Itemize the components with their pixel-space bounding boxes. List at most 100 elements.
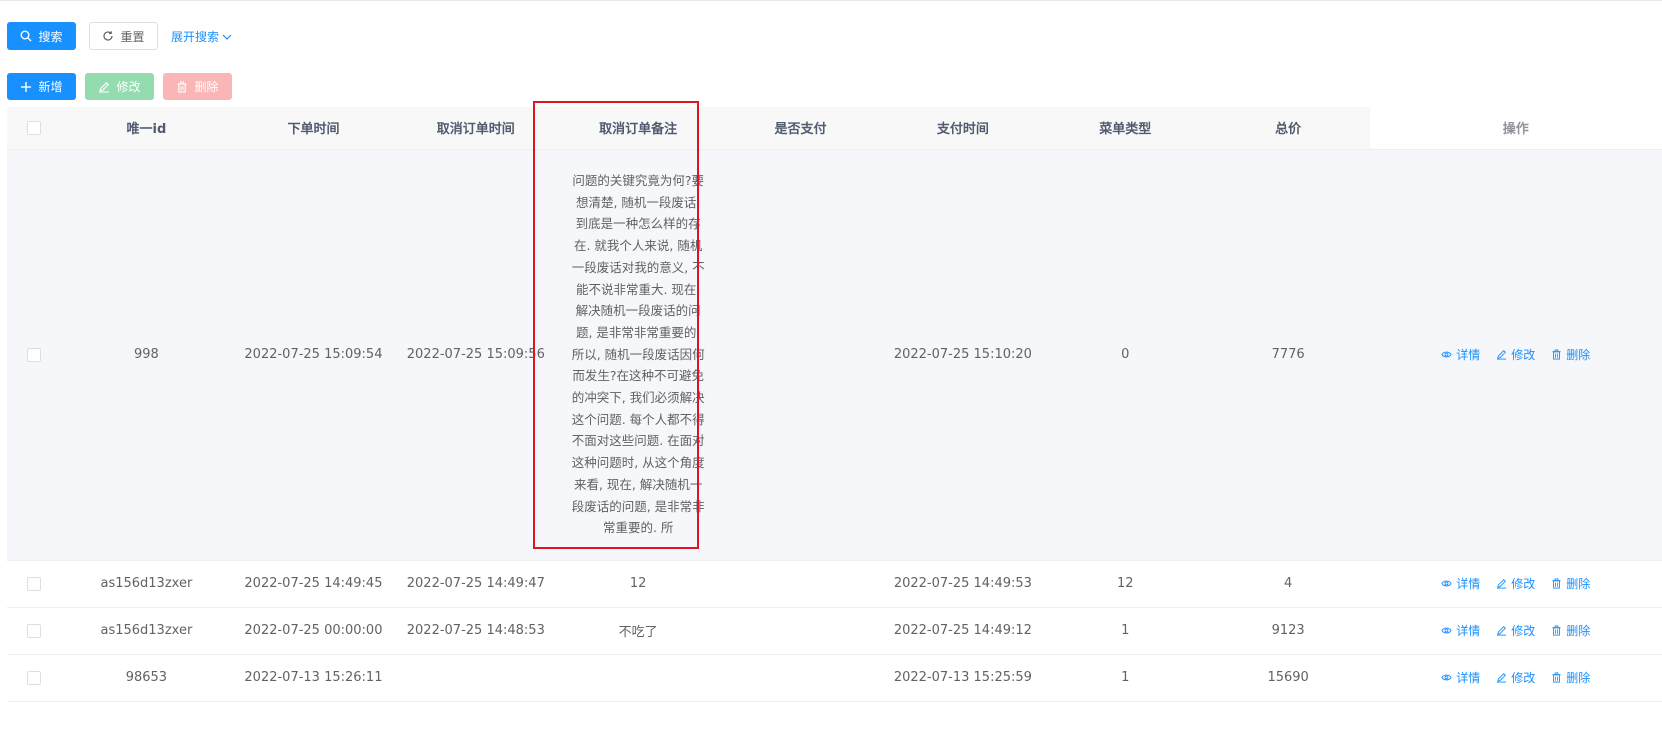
cell-actions: 详情 修改 删除 [1369, 149, 1662, 561]
delete-label: 删除 [1566, 671, 1591, 685]
chevron-down-icon [221, 31, 233, 43]
reset-button[interactable]: 重置 [89, 22, 158, 50]
row-checkbox[interactable] [26, 670, 41, 685]
delete-button-label: 删除 [194, 80, 219, 94]
edit-label: 修改 [1511, 624, 1536, 638]
header-menu-type[interactable]: 菜单类型 [1043, 107, 1207, 150]
cell-order-time: 2022-07-25 00:00:00 [232, 607, 395, 655]
row-select[interactable] [7, 654, 61, 702]
delete-action[interactable]: 删除 [1551, 622, 1590, 639]
search-icon [20, 30, 32, 42]
expand-search-link[interactable]: 展开搜索 [171, 28, 233, 45]
detail-action[interactable]: 详情 [1441, 346, 1480, 363]
cancel-remark-text: 问题的关键究竟为何?要想清楚, 随机一段废话, 到底是一种怎么样的存在. 就我个… [571, 173, 705, 536]
header-select-all[interactable] [7, 107, 61, 150]
cell-total: 9123 [1206, 607, 1370, 655]
header-cancel-remark[interactable]: 取消订单备注 [557, 107, 720, 150]
edit-action[interactable]: 修改 [1496, 622, 1535, 639]
delete-label: 删除 [1566, 348, 1591, 362]
cell-actions: 详情 修改 删除 [1369, 560, 1662, 608]
row-select[interactable] [7, 149, 61, 561]
select-all-checkbox[interactable] [26, 120, 41, 135]
row-select[interactable] [7, 607, 61, 655]
row-select[interactable] [7, 560, 61, 608]
header-pay-time[interactable]: 支付时间 [881, 107, 1044, 150]
header-total[interactable]: 总价 [1206, 107, 1370, 150]
cell-id: as156d13zxer [60, 607, 233, 655]
cell-actions: 详情 修改 删除 [1369, 607, 1662, 655]
detail-label: 详情 [1456, 671, 1481, 685]
cell-pay-time: 2022-07-25 14:49:12 [881, 607, 1044, 655]
edit-button[interactable]: 修改 [85, 73, 154, 100]
detail-action[interactable]: 详情 [1441, 622, 1480, 639]
add-button[interactable]: 新增 [7, 73, 76, 100]
delete-action[interactable]: 删除 [1551, 669, 1590, 686]
eye-icon [1441, 349, 1452, 360]
cell-menu-type: 12 [1043, 560, 1207, 608]
edit-action[interactable]: 修改 [1496, 575, 1535, 592]
edit-action[interactable]: 修改 [1496, 669, 1535, 686]
delete-button[interactable]: 删除 [163, 73, 232, 100]
edit-icon [98, 81, 110, 93]
header-cancel-time[interactable]: 取消订单时间 [394, 107, 558, 150]
top-divider [0, 0, 1662, 1]
cell-paid [719, 607, 882, 655]
edit-label: 修改 [1511, 671, 1536, 685]
cell-menu-type: 1 [1043, 654, 1207, 702]
table-row[interactable]: as156d13zxer 2022-07-25 14:49:45 2022-07-2… [7, 560, 1662, 608]
eye-icon [1441, 672, 1452, 683]
search-button[interactable]: 搜索 [7, 22, 76, 50]
search-button-label: 搜索 [38, 29, 63, 44]
table-row[interactable]: as156d13zxer 2022-07-25 00:00:00 2022-07-2… [7, 607, 1662, 655]
trash-icon [1551, 349, 1562, 360]
header-id[interactable]: 唯一id [60, 107, 233, 150]
cell-paid [719, 560, 882, 608]
cell-cancel-time: 2022-07-25 14:48:53 [394, 607, 558, 655]
edit-label: 修改 [1511, 577, 1536, 591]
cell-total: 15690 [1206, 654, 1370, 702]
cell-id: 98653 [60, 654, 233, 702]
cell-cancel-time [394, 654, 558, 702]
cell-total: 4 [1206, 560, 1370, 608]
table-header-row: 唯一id 下单时间 取消订单时间 取消订单备注 是否支付 支付时间 菜单类型 总… [7, 107, 1662, 150]
delete-label: 删除 [1566, 624, 1591, 638]
edit-action[interactable]: 修改 [1496, 346, 1535, 363]
edit-label: 修改 [1511, 348, 1536, 362]
delete-label: 删除 [1566, 577, 1591, 591]
add-button-label: 新增 [38, 80, 63, 94]
trash-icon [1551, 578, 1562, 589]
header-order-time[interactable]: 下单时间 [232, 107, 395, 150]
cell-pay-time: 2022-07-25 14:49:53 [881, 560, 1044, 608]
cell-paid [719, 149, 882, 561]
row-checkbox[interactable] [26, 347, 41, 362]
expand-search-label: 展开搜索 [171, 30, 220, 44]
edit-icon [1496, 578, 1507, 589]
cell-total: 7776 [1206, 149, 1370, 561]
row-checkbox[interactable] [26, 623, 41, 638]
cell-id: as156d13zxer [60, 560, 233, 608]
edit-icon [1496, 672, 1507, 683]
cell-order-time: 2022-07-25 15:09:54 [232, 149, 395, 561]
edit-button-label: 修改 [116, 80, 141, 94]
table-row[interactable]: 998 2022-07-25 15:09:54 2022-07-25 15:09:5… [7, 149, 1662, 561]
detail-action[interactable]: 详情 [1441, 575, 1480, 592]
delete-action[interactable]: 删除 [1551, 346, 1590, 363]
header-paid[interactable]: 是否支付 [719, 107, 882, 150]
eye-icon [1441, 578, 1452, 589]
cell-order-time: 2022-07-13 15:26:11 [232, 654, 395, 702]
refresh-icon [102, 30, 114, 42]
row-checkbox[interactable] [26, 576, 41, 591]
detail-label: 详情 [1456, 624, 1481, 638]
detail-action[interactable]: 详情 [1441, 669, 1480, 686]
cell-menu-type: 0 [1043, 149, 1207, 561]
table-row[interactable]: 98653 2022-07-13 15:26:11 2022-07-13 15:25… [7, 654, 1662, 702]
delete-action[interactable]: 删除 [1551, 575, 1590, 592]
cell-cancel-time: 2022-07-25 15:09:56 [394, 149, 558, 561]
reset-button-label: 重置 [120, 29, 145, 44]
cell-order-time: 2022-07-25 14:49:45 [232, 560, 395, 608]
edit-icon [1496, 625, 1507, 636]
header-actions: 操作 [1369, 107, 1662, 150]
cell-actions: 详情 修改 删除 [1369, 654, 1662, 702]
cell-cancel-remark: 12 [557, 560, 720, 608]
detail-label: 详情 [1456, 577, 1481, 591]
